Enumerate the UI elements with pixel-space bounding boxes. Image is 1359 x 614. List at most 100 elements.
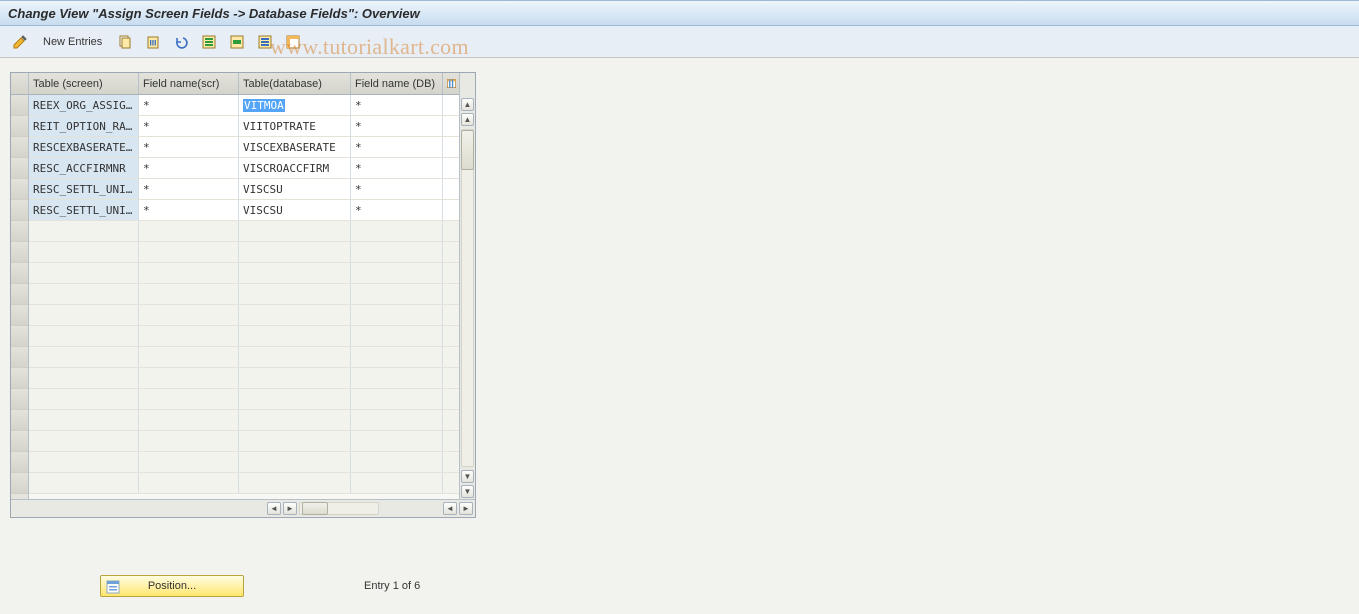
vertical-scrollbar[interactable]: ▲ ▲ ▼ ▼ [459, 73, 475, 499]
cell-empty[interactable] [351, 431, 443, 451]
hscroll-track[interactable] [299, 502, 379, 515]
cell-empty[interactable] [351, 242, 443, 262]
cell-table-db[interactable]: VISCROACCFIRM [239, 158, 351, 178]
cell-empty[interactable] [139, 242, 239, 262]
cell-empty[interactable] [139, 389, 239, 409]
cell-empty[interactable] [139, 473, 239, 493]
cell-empty[interactable] [351, 326, 443, 346]
cell-empty[interactable] [351, 284, 443, 304]
scroll-track[interactable] [461, 129, 474, 467]
cell-empty[interactable] [139, 347, 239, 367]
delete-icon[interactable] [141, 32, 165, 52]
cell-empty[interactable] [351, 473, 443, 493]
cell-empty[interactable] [139, 284, 239, 304]
scroll-up-icon[interactable]: ▲ [461, 98, 474, 111]
cell-empty[interactable] [239, 368, 351, 388]
undo-icon[interactable] [169, 32, 193, 52]
col-header-table-screen[interactable]: Table (screen) [29, 73, 139, 94]
cell-empty[interactable] [29, 347, 139, 367]
position-button[interactable]: Position... [100, 575, 244, 597]
cell-empty[interactable] [139, 221, 239, 241]
cell-empty[interactable] [239, 242, 351, 262]
new-entries-button[interactable]: New Entries [36, 32, 109, 52]
cell-empty[interactable] [351, 221, 443, 241]
hscroll-right-icon[interactable]: ► [283, 502, 297, 515]
scroll-down-icon-2[interactable]: ▼ [461, 485, 474, 498]
row-selector[interactable] [11, 431, 28, 452]
deselect-all-icon[interactable] [253, 32, 277, 52]
cell-empty[interactable] [29, 242, 139, 262]
cell-field-scr[interactable]: * [139, 158, 239, 178]
hscroll-thumb[interactable] [302, 502, 328, 515]
cell-table-screen[interactable]: REEX_ORG_ASSIG… [29, 95, 139, 115]
cell-empty[interactable] [239, 326, 351, 346]
cell-empty[interactable] [239, 347, 351, 367]
cell-table-db[interactable]: VITMOA [239, 95, 351, 115]
row-selector[interactable] [11, 368, 28, 389]
cell-empty[interactable] [29, 431, 139, 451]
row-selector[interactable] [11, 326, 28, 347]
cell-empty[interactable] [351, 452, 443, 472]
cell-empty[interactable] [239, 389, 351, 409]
hscroll-right-icon-2[interactable]: ► [459, 502, 473, 515]
select-all-icon[interactable] [197, 32, 221, 52]
cell-empty[interactable] [29, 410, 139, 430]
cell-field-scr[interactable]: * [139, 137, 239, 157]
cell-empty[interactable] [239, 284, 351, 304]
cell-empty[interactable] [29, 452, 139, 472]
cell-empty[interactable] [29, 284, 139, 304]
row-selector[interactable] [11, 116, 28, 137]
row-selector[interactable] [11, 242, 28, 263]
row-selector[interactable] [11, 347, 28, 368]
cell-table-db[interactable]: VISCEXBASERATE [239, 137, 351, 157]
row-selector[interactable] [11, 284, 28, 305]
change-icon[interactable] [8, 32, 32, 52]
hscroll-left-icon-2[interactable]: ◄ [443, 502, 457, 515]
row-selector[interactable] [11, 200, 28, 221]
row-selector[interactable] [11, 263, 28, 284]
cell-empty[interactable] [239, 410, 351, 430]
row-selector[interactable] [11, 410, 28, 431]
table-config-icon[interactable] [443, 73, 459, 94]
cell-empty[interactable] [351, 347, 443, 367]
cell-empty[interactable] [29, 326, 139, 346]
row-selector[interactable] [11, 389, 28, 410]
cell-table-screen[interactable]: RESC_SETTL_UNI… [29, 200, 139, 220]
row-selector[interactable] [11, 452, 28, 473]
cell-empty[interactable] [139, 452, 239, 472]
cell-field-db[interactable]: * [351, 95, 443, 115]
cell-empty[interactable] [139, 263, 239, 283]
cell-table-db[interactable]: VISCSU [239, 179, 351, 199]
row-selector[interactable] [11, 473, 28, 494]
cell-field-db[interactable]: * [351, 116, 443, 136]
cell-field-db[interactable]: * [351, 137, 443, 157]
cell-empty[interactable] [139, 410, 239, 430]
cell-field-scr[interactable]: * [139, 116, 239, 136]
cell-empty[interactable] [29, 473, 139, 493]
cell-empty[interactable] [239, 431, 351, 451]
cell-empty[interactable] [29, 221, 139, 241]
col-header-table-database[interactable]: Table(database) [239, 73, 351, 94]
col-header-field-name-scr[interactable]: Field name(scr) [139, 73, 239, 94]
cell-empty[interactable] [29, 263, 139, 283]
cell-empty[interactable] [239, 263, 351, 283]
cell-table-screen[interactable]: REIT_OPTION_RA… [29, 116, 139, 136]
cell-empty[interactable] [351, 305, 443, 325]
cell-empty[interactable] [29, 368, 139, 388]
cell-empty[interactable] [239, 473, 351, 493]
cell-empty[interactable] [139, 326, 239, 346]
row-selector[interactable] [11, 95, 28, 116]
cell-empty[interactable] [239, 305, 351, 325]
select-block-icon[interactable] [225, 32, 249, 52]
row-selector[interactable] [11, 305, 28, 326]
cell-empty[interactable] [239, 452, 351, 472]
copy-icon[interactable] [113, 32, 137, 52]
cell-field-db[interactable]: * [351, 179, 443, 199]
cell-empty[interactable] [139, 368, 239, 388]
row-selector-header[interactable] [11, 73, 28, 95]
cell-empty[interactable] [139, 431, 239, 451]
cell-field-scr[interactable]: * [139, 179, 239, 199]
cell-table-screen[interactable]: RESCEXBASERATE… [29, 137, 139, 157]
cell-table-screen[interactable]: RESC_ACCFIRMNR [29, 158, 139, 178]
cell-table-db[interactable]: VISCSU [239, 200, 351, 220]
